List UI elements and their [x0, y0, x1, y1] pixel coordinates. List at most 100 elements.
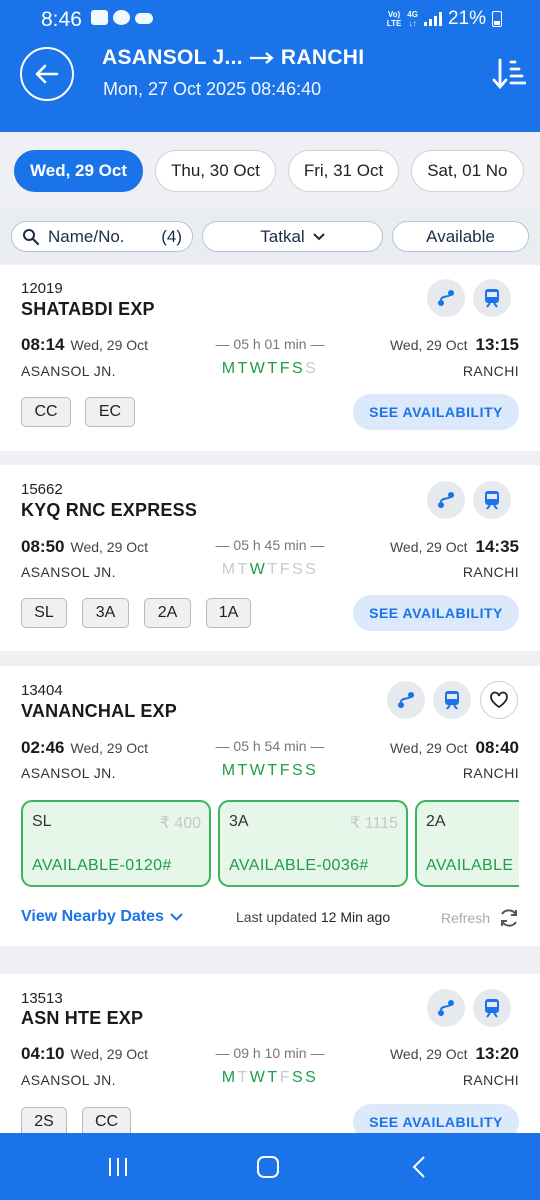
train-number: 15662: [21, 481, 63, 498]
route-button[interactable]: [427, 989, 465, 1027]
fare: ₹ 1115: [350, 815, 398, 832]
to-station: RANCHI: [462, 564, 519, 580]
nearby-label: View Nearby Dates: [21, 908, 164, 925]
view-nearby-dates-link[interactable]: View Nearby Dates: [21, 908, 183, 926]
train-card[interactable]: 15662 KYQ RNC EXPRESS 08:50 Wed, 29 Oct —…: [0, 465, 540, 651]
refresh-label: Refresh: [440, 910, 490, 926]
run-day-letter: S: [305, 1069, 319, 1086]
class-chip[interactable]: SL: [21, 598, 67, 628]
run-day-letter: M: [221, 561, 238, 578]
duration-text: 05 h 45 min: [233, 537, 307, 553]
class-chip[interactable]: CC: [82, 1107, 131, 1133]
class-chip[interactable]: 2S: [21, 1107, 67, 1133]
status-time: 8:46: [41, 8, 82, 31]
run-day-letter: S: [305, 561, 319, 578]
availability-status: AVAILABLE-0120#: [32, 857, 172, 874]
home-icon[interactable]: [256, 1155, 280, 1179]
see-availability-button[interactable]: SEE AVAILABILITY: [353, 394, 519, 430]
from-station: ASANSOL JN.: [21, 1072, 116, 1088]
class-chip[interactable]: CC: [21, 397, 71, 427]
duration: — 05 h 01 min —: [215, 336, 325, 352]
app-header: 8:46 Vo) LTE 4G ↓↑ 21% ASANSOL J... RANCHI…: [0, 0, 540, 132]
arrival-date: Wed, 29 Oct: [389, 337, 468, 353]
coach-button[interactable]: [473, 279, 511, 317]
class-chip[interactable]: EC: [85, 397, 135, 427]
run-day-letter: W: [249, 1069, 268, 1086]
class-name: 2A: [426, 813, 446, 830]
arrow-left-icon: [35, 64, 59, 84]
back-button[interactable]: [20, 47, 74, 101]
to-station: RANCHI: [462, 363, 519, 379]
departure: 04:10 Wed, 29 Oct: [21, 1044, 152, 1064]
duration-text: 05 h 01 min: [233, 336, 307, 352]
class-chip[interactable]: 1A: [206, 598, 251, 628]
train-icon: [485, 289, 499, 308]
class-chip[interactable]: 2A: [144, 598, 191, 628]
signal-icon: [423, 12, 442, 26]
arrival-time: 14:35: [475, 537, 519, 556]
date-tabs: Wed, 29 Oct Thu, 30 Oct Fri, 31 Oct Sat,…: [14, 150, 524, 192]
departure: 08:14 Wed, 29 Oct: [21, 335, 152, 355]
arrival: Wed, 29 Oct 13:15: [390, 335, 519, 355]
sort-icon[interactable]: [492, 58, 526, 90]
availability-status: AVAILABLE: [426, 857, 514, 874]
back-nav-icon[interactable]: [410, 1155, 430, 1179]
run-day-letter: S: [291, 360, 306, 377]
availability-filter[interactable]: Available: [392, 221, 529, 252]
train-card[interactable]: 13513 ASN HTE EXP 04:10 Wed, 29 Oct — 09 …: [0, 974, 540, 1133]
see-availability-button[interactable]: SEE AVAILABILITY: [353, 1104, 519, 1133]
train-name: SHATABDI EXP: [21, 299, 155, 319]
availability-card-3a[interactable]: 3A ₹ 1115 AVAILABLE-0036#: [218, 800, 408, 887]
date-tab-wed-29[interactable]: Wed, 29 Oct: [14, 150, 143, 192]
see-availability-button[interactable]: SEE AVAILABILITY: [353, 595, 519, 631]
route-title: ASANSOL J... RANCHI: [102, 46, 364, 70]
coach-button[interactable]: [473, 989, 511, 1027]
availability-card-sl[interactable]: SL ₹ 400 AVAILABLE-0120#: [21, 800, 211, 887]
run-day-letter: S: [305, 360, 319, 377]
refresh-button[interactable]: Refresh: [441, 907, 520, 929]
route-icon: [438, 1000, 454, 1016]
train-card[interactable]: 12019 SHATABDI EXP 08:14 Wed, 29 Oct — 05…: [0, 265, 540, 451]
run-day-letter: M: [221, 1069, 238, 1086]
chevron-down-icon: [170, 913, 183, 921]
date-tab-sat-01[interactable]: Sat, 01 No: [411, 150, 524, 192]
route-button[interactable]: [427, 481, 465, 519]
run-day-letter: S: [291, 1069, 306, 1086]
run-day-letter: F: [279, 1069, 292, 1086]
system-nav-bar: [0, 1133, 540, 1200]
from-station: ASANSOL JN.: [21, 564, 116, 580]
4g-icon: 4G ↓↑: [407, 10, 418, 28]
train-icon: [485, 491, 499, 510]
run-days: MTWTFSS: [170, 561, 370, 579]
date-tab-fri-31[interactable]: Fri, 31 Oct: [287, 150, 400, 192]
whatsapp-icon: [113, 10, 130, 25]
arrow-right-icon: [249, 52, 274, 64]
class-name: 3A: [229, 813, 249, 830]
coach-button[interactable]: [473, 481, 511, 519]
arrival-date: Wed, 29 Oct: [389, 539, 468, 555]
class-name: SL: [32, 813, 52, 830]
route-button[interactable]: [427, 279, 465, 317]
availability-card-2a[interactable]: 2A AVAILABLE: [415, 800, 519, 887]
name-number-filter[interactable]: Name/No. (4): [11, 221, 193, 252]
departure-time: 08:50: [21, 537, 65, 556]
run-days: MTWTFSS: [170, 1069, 370, 1087]
run-day-letter: T: [237, 561, 250, 578]
quota-label: Tatkal: [260, 226, 305, 246]
status-bar: 8:46 Vo) LTE 4G ↓↑ 21%: [0, 0, 540, 38]
train-icon: [485, 999, 499, 1018]
departure-date: Wed, 29 Oct: [70, 1046, 149, 1062]
class-chip[interactable]: 3A: [82, 598, 129, 628]
from-station: ASANSOL JN.: [21, 363, 116, 379]
run-day-letter: T: [267, 360, 280, 377]
train-card-expanded[interactable]: 13404 VANANCHAL EXP 02:46 Wed, 29 Oct — 0…: [0, 666, 540, 946]
route-icon: [438, 492, 454, 508]
battery-icon: [492, 11, 502, 27]
departure: 08:50 Wed, 29 Oct: [21, 537, 152, 557]
notification-icons: [91, 10, 153, 25]
date-tab-thu-30[interactable]: Thu, 30 Oct: [155, 150, 276, 192]
quota-filter[interactable]: Tatkal: [202, 221, 383, 252]
recent-apps-icon[interactable]: [106, 1155, 130, 1179]
availability-scroller[interactable]: SL ₹ 400 AVAILABLE-0120# 3A ₹ 1115 AVAIL…: [0, 666, 519, 946]
departure-date: Wed, 29 Oct: [70, 337, 149, 353]
